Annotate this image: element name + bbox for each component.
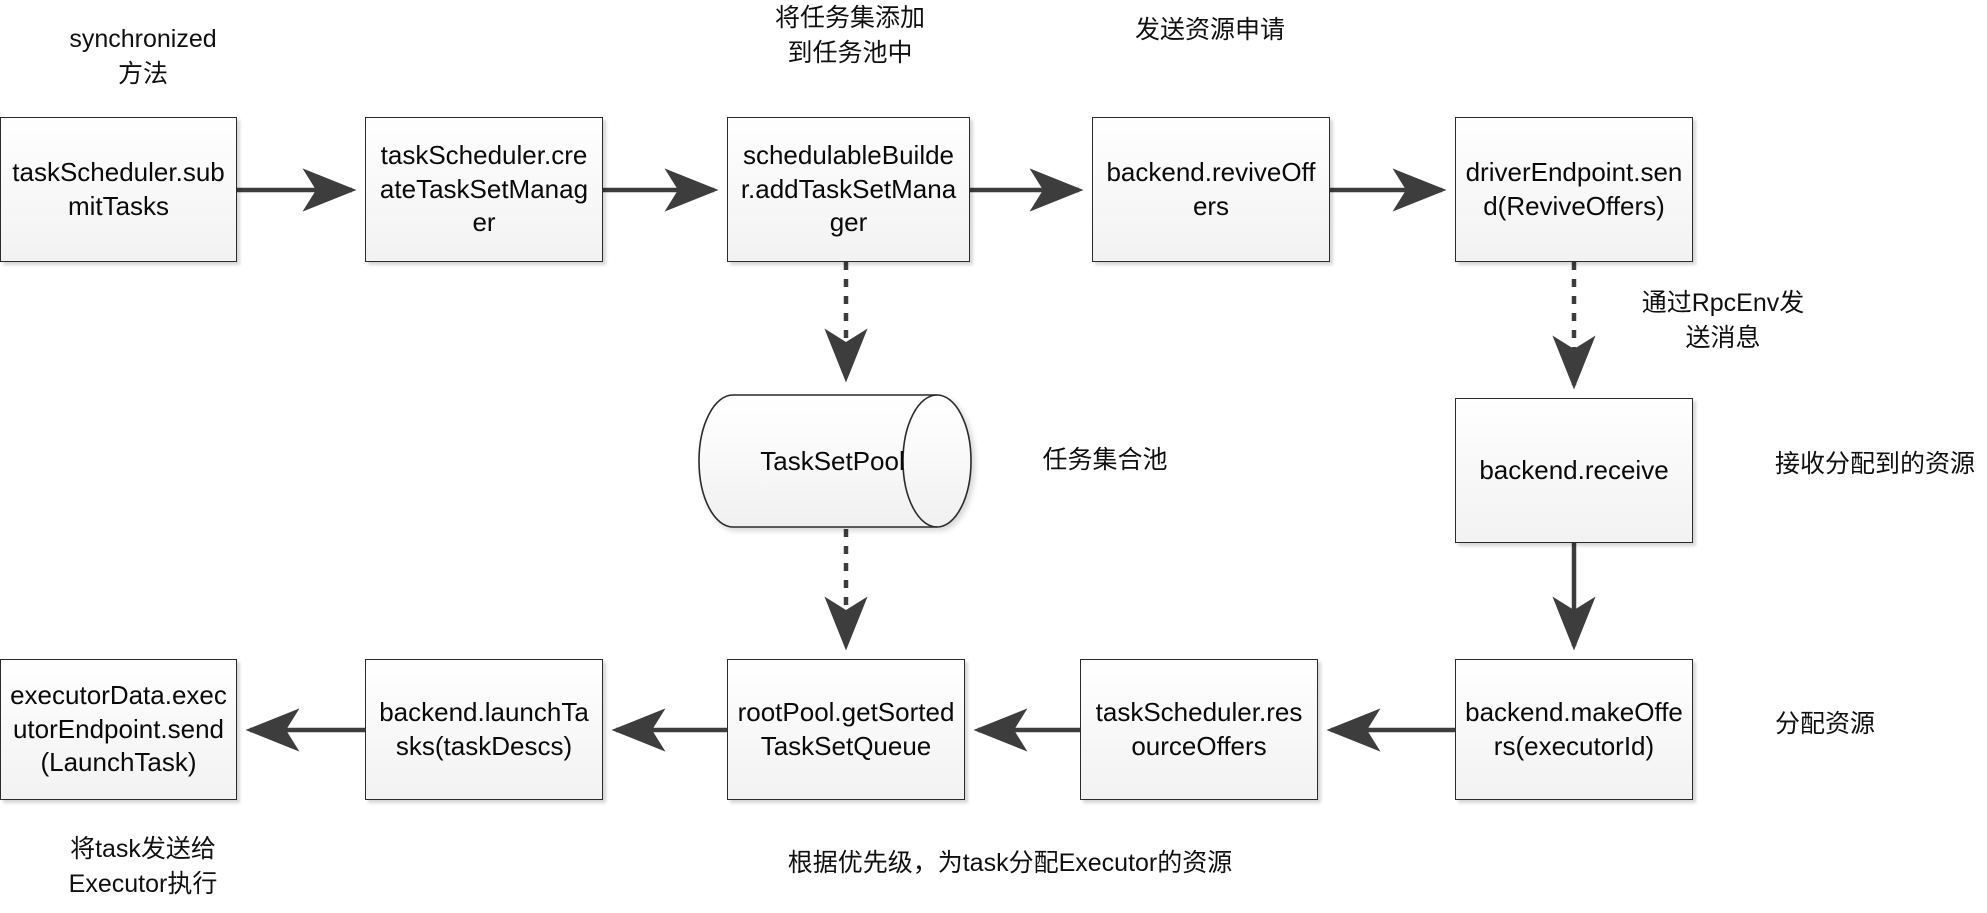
annotation-allocate-resources: 分配资源 bbox=[1775, 710, 1876, 738]
node-backend-revive-offers[interactable]: backend.reviveOffers bbox=[1092, 117, 1330, 262]
annotation-send-message-via-rpcenv: 通过RpcEnv发 送消息 bbox=[1641, 289, 1805, 352]
annotation-send-resource-request: 发送资源申请 bbox=[1134, 16, 1285, 44]
annotation-receive-allocated-resources: 接收分配到的资源 bbox=[1775, 450, 1976, 478]
node-label: schedulableBuilder.addTaskSetManager bbox=[740, 139, 957, 238]
node-label: taskScheduler.submitTasks bbox=[12, 156, 225, 221]
node-label: taskScheduler.createTaskSetManager bbox=[379, 139, 589, 238]
node-driver-endpoint-send-revive-offers[interactable]: driverEndpoint.send(ReviveOffers) bbox=[1455, 117, 1693, 262]
node-label: rootPool.getSortedTaskSetQueue bbox=[737, 696, 955, 761]
node-label: taskScheduler.resourceOffers bbox=[1095, 696, 1303, 761]
cylinder-label: TaskSetPool bbox=[760, 445, 905, 476]
node-backend-make-offers[interactable]: backend.makeOffers(executorId) bbox=[1455, 659, 1693, 800]
annotation-allocate-executor-by-priority: 根据优先级，为task分配Executor的资源 bbox=[787, 849, 1233, 877]
annotation-synchronized-method: synchronized 方法 bbox=[69, 25, 217, 88]
node-task-scheduler-resource-offers[interactable]: taskScheduler.resourceOffers bbox=[1080, 659, 1318, 800]
annotation-taskset-pool: 任务集合池 bbox=[1042, 446, 1168, 474]
annotation-add-taskset-to-pool: 将任务集添加 到任务池中 bbox=[774, 4, 925, 67]
node-backend-launch-tasks[interactable]: backend.launchTasks(taskDescs) bbox=[365, 659, 603, 800]
node-label: backend.receive bbox=[1479, 454, 1669, 485]
node-task-scheduler-submit-tasks[interactable]: taskScheduler.submitTasks bbox=[0, 117, 237, 262]
diagram-canvas: taskScheduler.submitTasks taskScheduler.… bbox=[0, 0, 1987, 913]
node-backend-receive[interactable]: backend.receive bbox=[1455, 398, 1693, 543]
node-label: backend.launchTasks(taskDescs) bbox=[379, 696, 589, 761]
node-label: backend.reviveOffers bbox=[1106, 156, 1316, 221]
annotation-send-task-to-executor: 将task发送给 Executor执行 bbox=[68, 835, 218, 898]
node-root-pool-get-sorted-task-set-queue[interactable]: rootPool.getSortedTaskSetQueue bbox=[727, 659, 965, 800]
node-label: driverEndpoint.send(ReviveOffers) bbox=[1465, 156, 1683, 221]
node-label: backend.makeOffers(executorId) bbox=[1465, 696, 1683, 761]
node-schedulable-builder-add-task-set-manager[interactable]: schedulableBuilder.addTaskSetManager bbox=[727, 117, 970, 262]
node-label: executorData.executorEndpoint.send(Launc… bbox=[10, 679, 227, 778]
node-task-scheduler-create-task-set-manager[interactable]: taskScheduler.createTaskSetManager bbox=[365, 117, 603, 262]
node-task-set-pool-cylinder[interactable]: TaskSetPool bbox=[698, 393, 972, 529]
node-executor-data-executor-endpoint-send-launch-task[interactable]: executorData.executorEndpoint.send(Launc… bbox=[0, 659, 237, 800]
